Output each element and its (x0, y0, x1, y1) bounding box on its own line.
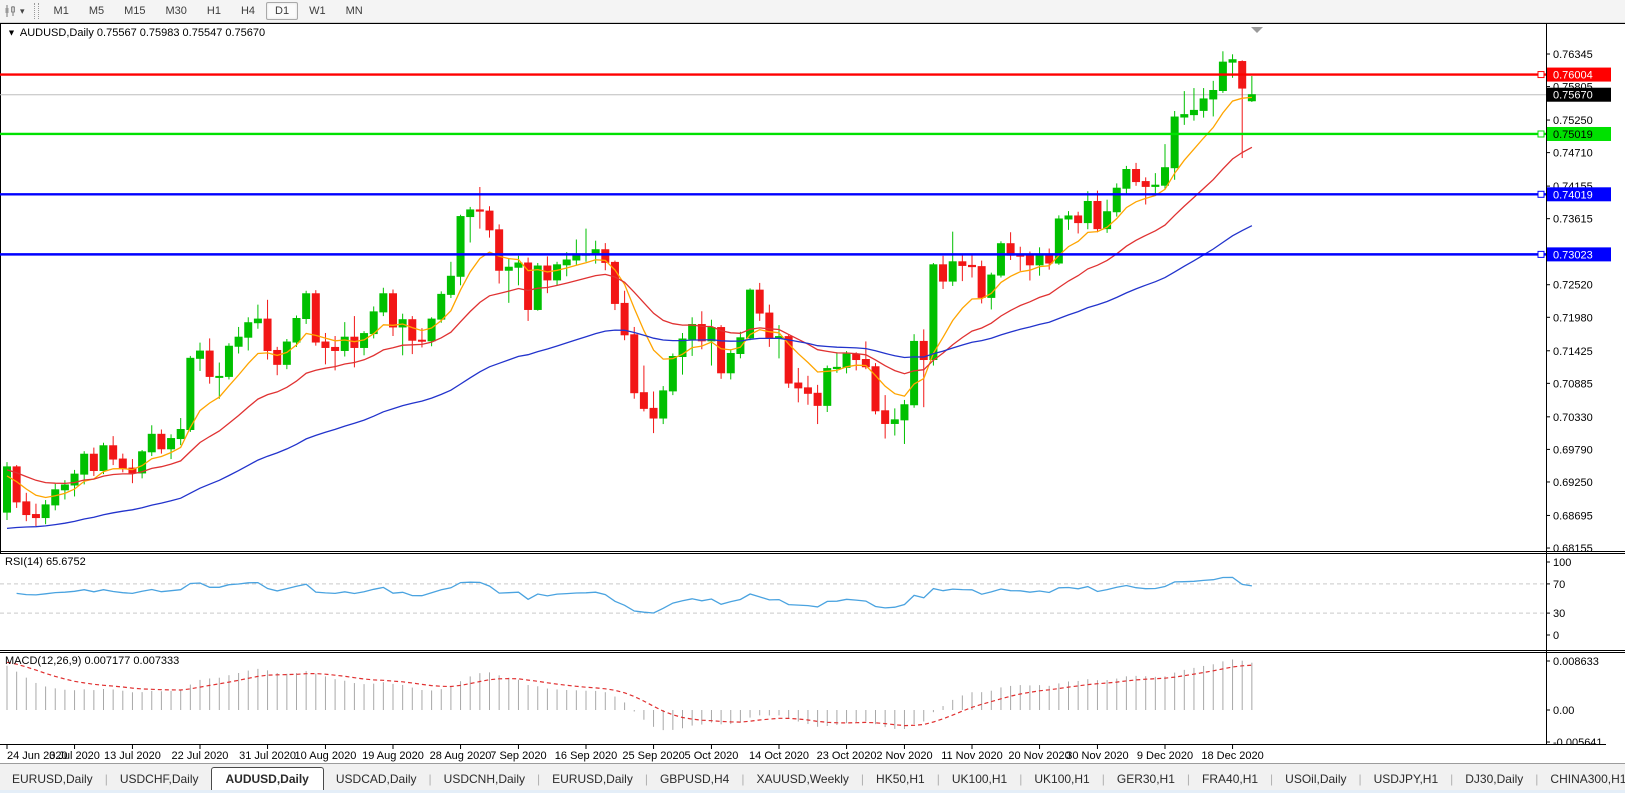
svg-text:0.75670: 0.75670 (1553, 90, 1593, 102)
price-chart[interactable]: 0.763450.758050.752500.747100.741550.736… (0, 23, 1625, 553)
svg-text:18 Dec 2020: 18 Dec 2020 (1201, 750, 1263, 762)
svg-text:30 Nov 2020: 30 Nov 2020 (1066, 750, 1128, 762)
chart-tabs: EURUSD,Daily | USDCHF,Daily AUDUSD,Daily USD… (0, 766, 1625, 791)
svg-text:0.008633: 0.008633 (1553, 656, 1599, 668)
chart-title: ▼ AUDUSD,Daily 0.75567 0.75983 0.75547 0.… (6, 27, 265, 39)
timeframe-button-d1[interactable]: D1 (266, 2, 299, 20)
chart-symbol-period: AUDUSD,Daily (19, 27, 94, 39)
chart-tab-dj30-daily[interactable]: DJ30,Daily (1453, 768, 1535, 791)
timeframe-button-h1[interactable]: H1 (198, 2, 230, 20)
chart-tab-hk50-h1[interactable]: HK50,H1 (864, 768, 937, 791)
svg-text:100: 100 (1553, 557, 1571, 569)
timeframe-button-m15[interactable]: M15 (115, 2, 154, 20)
chart-tab-usdcad-daily[interactable]: USDCAD,Daily (324, 768, 429, 791)
svg-text:0.74710: 0.74710 (1553, 148, 1593, 160)
svg-text:5 Oct 2020: 5 Oct 2020 (685, 750, 739, 762)
svg-text:9 Dec 2020: 9 Dec 2020 (1137, 750, 1193, 762)
svg-text:0.70330: 0.70330 (1553, 412, 1593, 424)
toolbar-grip-handle[interactable] (33, 3, 39, 19)
rsi-indicator-panel[interactable]: 100 70 30 0 (0, 553, 1625, 652)
svg-text:25 Sep 2020: 25 Sep 2020 (622, 750, 684, 762)
svg-text:0.73023: 0.73023 (1553, 249, 1593, 261)
chart-tab-china300-h1[interactable]: CHINA300,H1 (1538, 768, 1625, 791)
timeframe-toolbar: ▾ M1 M5 M15 M30 H1 H4 D1 W1 MN (0, 0, 1625, 23)
timeframe-button-mn[interactable]: MN (337, 2, 372, 20)
chart-tab-usdcnh-daily[interactable]: USDCNH,Daily (432, 768, 537, 791)
svg-text:2 Nov 2020: 2 Nov 2020 (876, 750, 932, 762)
svg-text:0.70885: 0.70885 (1553, 378, 1593, 390)
svg-text:0.75250: 0.75250 (1553, 115, 1593, 127)
svg-text:70: 70 (1553, 579, 1565, 591)
chart-tab-usoil-daily[interactable]: USOil,Daily (1273, 768, 1358, 791)
chart-tab-usdjpy-h1[interactable]: USDJPY,H1 (1362, 768, 1450, 791)
timeframe-buttons: M1 M5 M15 M30 H1 H4 D1 W1 MN (44, 2, 373, 20)
svg-text:13 Jul 2020: 13 Jul 2020 (104, 750, 161, 762)
svg-text:0.74019: 0.74019 (1553, 189, 1593, 201)
symbol-dropdown-icon[interactable]: ▼ (7, 28, 16, 38)
svg-text:0.69250: 0.69250 (1553, 477, 1593, 489)
svg-text:0.75019: 0.75019 (1553, 129, 1593, 141)
svg-text:0.72520: 0.72520 (1553, 280, 1593, 292)
svg-text:30: 30 (1553, 608, 1565, 620)
macd-indicator-label: MACD(12,26,9) 0.007177 0.007333 (5, 655, 180, 667)
chart-tab-uk100-h1[interactable]: UK100,H1 (1022, 768, 1101, 791)
svg-text:0.69790: 0.69790 (1553, 444, 1593, 456)
svg-text:23 Oct 2020: 23 Oct 2020 (817, 750, 877, 762)
svg-text:14 Oct 2020: 14 Oct 2020 (749, 750, 809, 762)
chart-ohlc-values: 0.75567 0.75983 0.75547 0.75670 (96, 27, 266, 39)
time-axis: 24 Jun 20203 Jul 2020 13 Jul 2020 22 Jul 2… (0, 745, 1625, 763)
chart-mode-dropdown[interactable]: ▾ (0, 1, 29, 21)
svg-text:0: 0 (1553, 630, 1559, 642)
svg-text:0.68695: 0.68695 (1553, 510, 1593, 522)
svg-text:3 Jul 2020: 3 Jul 2020 (49, 750, 100, 762)
rsi-indicator-label: RSI(14) 65.6752 (5, 556, 86, 568)
chart-tab-audusd-daily[interactable]: AUDUSD,Daily (210, 767, 324, 791)
chart-tab-ger30-h1[interactable]: GER30,H1 (1105, 768, 1187, 791)
timeframe-button-h4[interactable]: H4 (232, 2, 264, 20)
mt4-terminal: ▾ M1 M5 M15 M30 H1 H4 D1 W1 MN 0.76345 0.75805 0.7… (0, 0, 1625, 793)
timeframe-button-m30[interactable]: M30 (157, 2, 196, 20)
svg-text:0.76004: 0.76004 (1553, 70, 1593, 82)
svg-text:22 Jul 2020: 22 Jul 2020 (172, 750, 229, 762)
chart-tab-uk100-h1[interactable]: UK100,H1 (940, 768, 1019, 791)
svg-text:31 Jul 2020: 31 Jul 2020 (239, 750, 296, 762)
svg-text:0.71425: 0.71425 (1553, 346, 1593, 358)
timeframe-button-m1[interactable]: M1 (45, 2, 78, 20)
chart-tab-xauusd-weekly[interactable]: XAUUSD,Weekly (744, 768, 860, 791)
chart-tab-gbpusd-h4[interactable]: GBPUSD,H4 (648, 768, 741, 791)
chart-tabbar: EURUSD,Daily | USDCHF,Daily AUDUSD,Daily USD… (0, 763, 1625, 791)
svg-text:0.71980: 0.71980 (1553, 312, 1593, 324)
svg-text:0.76345: 0.76345 (1553, 49, 1593, 61)
svg-text:-0.005641: -0.005641 (1553, 737, 1603, 745)
timeframe-button-w1[interactable]: W1 (300, 2, 335, 20)
svg-text:28 Aug 2020: 28 Aug 2020 (430, 750, 492, 762)
chart-tab-usdchf-daily[interactable]: USDCHF,Daily (108, 768, 211, 791)
svg-text:10 Aug 2020: 10 Aug 2020 (295, 750, 357, 762)
svg-text:11 Nov 2020: 11 Nov 2020 (941, 750, 1003, 762)
svg-text:16 Sep 2020: 16 Sep 2020 (555, 750, 617, 762)
chart-tab-eurusd-daily[interactable]: EURUSD,Daily (540, 768, 645, 791)
svg-text:0.00: 0.00 (1553, 705, 1574, 717)
candlestick-chart-icon (5, 5, 15, 17)
svg-text:19 Aug 2020: 19 Aug 2020 (362, 750, 424, 762)
chevron-down-icon: ▾ (20, 5, 25, 16)
timeframe-button-m5[interactable]: M5 (80, 2, 113, 20)
chart-tab-fra40-h1[interactable]: FRA40,H1 (1190, 768, 1270, 791)
svg-text:0.73615: 0.73615 (1553, 214, 1593, 226)
chart-tab-eurusd-daily[interactable]: EURUSD,Daily (0, 768, 105, 791)
svg-text:20 Nov 2020: 20 Nov 2020 (1008, 750, 1070, 762)
svg-text:7 Sep 2020: 7 Sep 2020 (490, 750, 546, 762)
macd-indicator-panel[interactable]: 0.008633 0.00 -0.005641 (0, 652, 1625, 745)
